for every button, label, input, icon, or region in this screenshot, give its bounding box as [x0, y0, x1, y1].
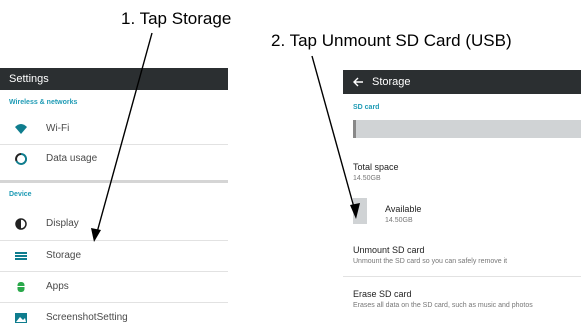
erase-sd-card-item[interactable]: Erase SD card Erases all data on the SD … — [343, 277, 581, 317]
settings-item-screenshot[interactable]: ScreenshotSetting — [0, 303, 228, 333]
display-icon — [15, 218, 27, 230]
settings-item-storage[interactable]: Storage — [0, 241, 228, 271]
settings-item-label: Storage — [46, 250, 82, 261]
section-header-device: Device — [9, 191, 32, 198]
settings-item-display[interactable]: Display — [0, 209, 228, 239]
section-separator — [0, 180, 228, 183]
back-arrow-icon[interactable] — [352, 76, 364, 88]
available-label: Available — [385, 204, 422, 214]
storage-usage-bar — [353, 120, 581, 138]
storage-usage-fill — [353, 120, 356, 138]
apps-icon — [17, 282, 25, 292]
total-space-label: Total space — [353, 162, 399, 172]
data-usage-icon — [15, 152, 28, 165]
settings-toolbar: Settings — [0, 68, 228, 90]
settings-panel: Settings Wireless & networks Wi-Fi Data … — [0, 68, 228, 328]
annotation-step-1: 1. Tap Storage — [121, 9, 232, 28]
settings-item-label: Display — [46, 218, 79, 229]
settings-item-apps[interactable]: Apps — [0, 272, 228, 302]
section-header-sd-card: SD card — [353, 104, 380, 111]
storage-panel: Storage SD card Total space 14.50GB Avai… — [343, 70, 581, 328]
settings-item-label: ScreenshotSetting — [46, 312, 128, 323]
available-value: 14.50GB — [385, 217, 413, 224]
settings-item-wifi[interactable]: Wi-Fi — [0, 114, 228, 144]
storage-title: Storage — [372, 76, 411, 88]
storage-toolbar: Storage — [343, 70, 581, 94]
erase-description: Erases all data on the SD card, such as … — [353, 302, 533, 309]
erase-label: Erase SD card — [353, 289, 412, 299]
total-space-value: 14.50GB — [353, 175, 381, 182]
settings-item-label: Wi-Fi — [46, 123, 70, 134]
settings-item-label: Apps — [46, 281, 69, 292]
settings-item-data-usage[interactable]: Data usage — [0, 144, 228, 174]
wifi-icon — [15, 124, 27, 134]
section-header-wireless: Wireless & networks — [9, 99, 78, 106]
settings-title: Settings — [9, 73, 49, 85]
annotation-step-2: 2. Tap Unmount SD Card (USB) — [271, 31, 512, 50]
storage-icon — [15, 252, 27, 260]
unmount-sd-card-item[interactable]: Unmount SD card Unmount the SD card so y… — [343, 238, 581, 276]
unmount-description: Unmount the SD card so you can safely re… — [353, 258, 508, 265]
available-swatch — [353, 198, 367, 224]
settings-item-label: Data usage — [46, 153, 98, 164]
screenshot-icon — [15, 313, 27, 323]
unmount-label: Unmount SD card — [353, 245, 425, 255]
